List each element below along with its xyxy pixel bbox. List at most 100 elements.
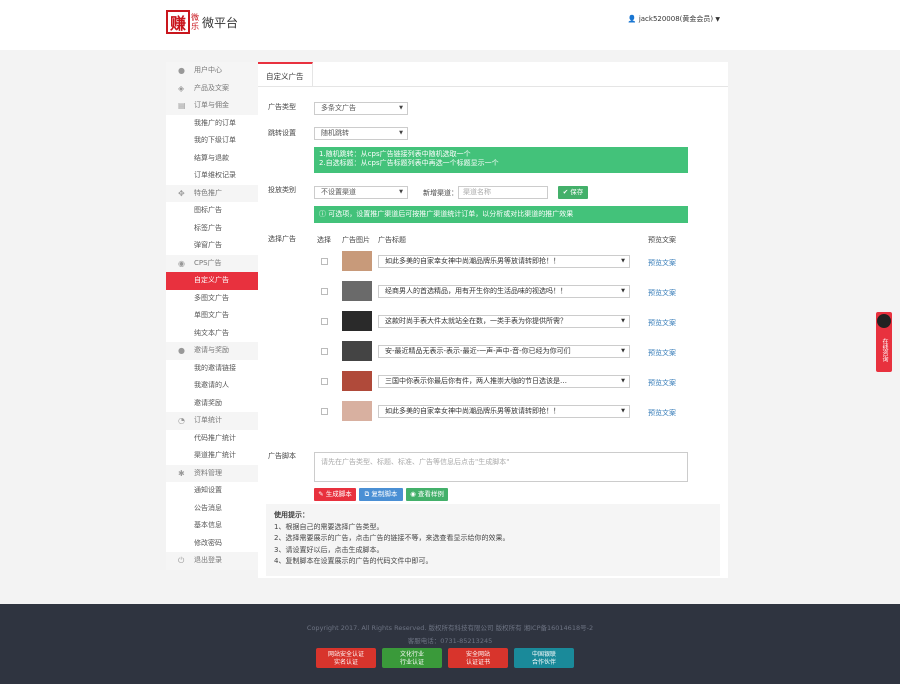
col-image: 广告图片 — [342, 236, 370, 244]
user-icon: 👤 — [627, 15, 637, 23]
copy-icon: ⧉ — [364, 490, 370, 498]
sidebar-section[interactable]: ✱ 资料管理 — [166, 464, 258, 482]
row-checkbox[interactable] — [321, 258, 328, 265]
script-textarea[interactable]: 请先在广告类型、标题、标准、广告等信息后点击"生成脚本" — [314, 452, 688, 482]
sidebar-section[interactable]: ◔ 订单统计 — [166, 412, 258, 430]
sidebar-item[interactable]: 我推广的订单 — [166, 115, 258, 133]
sidebar-section[interactable]: ◈ 产品及文案 — [166, 79, 258, 97]
channel-input[interactable]: 渠道名称 — [458, 186, 548, 199]
jump-note: 1.随机跳转：从cps广告链接列表中随机选取一个 2.自选标题：从cps广告标题… — [314, 147, 688, 173]
sidebar-item[interactable]: 多图文广告 — [166, 290, 258, 308]
cert-badge[interactable]: 网站安全认证 实名认证 — [316, 648, 376, 668]
pencil-icon: ✎ — [318, 490, 324, 498]
eye-icon: ◉ — [178, 258, 185, 268]
cert-badge[interactable]: 安全网站 认证证书 — [448, 648, 508, 668]
logo-title: 微平台 — [202, 15, 239, 30]
sidebar-item[interactable]: 弹窗广告 — [166, 237, 258, 255]
info-icon: ⓘ — [319, 210, 326, 218]
preview-link[interactable]: 预览文案 — [648, 258, 676, 268]
check-icon: ✔ — [562, 188, 569, 196]
jump-select[interactable]: 随机跳转 ▼ — [314, 127, 408, 140]
row-checkbox[interactable] — [321, 408, 328, 415]
sidebar-item[interactable]: 我的下级订单 — [166, 132, 258, 150]
tip-item: 2、选择需要展示的广告，点击广告的链接不等，来选查看显示给你的效果。 — [274, 534, 510, 542]
ad-title-select[interactable]: 这款时尚手表大件太就站全在数，一类手表为你提供所需？ ▼ — [378, 315, 630, 328]
sidebar-item[interactable]: 图标广告 — [166, 202, 258, 220]
row-checkbox[interactable] — [321, 378, 328, 385]
channel-info-note: ⓘ 可选项，设置推广渠道后可按推广渠道统计订单，以分析或对比渠道的推广效果 — [314, 206, 688, 223]
tab-custom-ad[interactable]: 自定义广告 — [258, 62, 313, 86]
logo-mark: 赚 — [166, 10, 190, 34]
cert-badge[interactable]: 文化行业 行业认证 — [382, 648, 442, 668]
preview-link[interactable]: 预览文案 — [648, 378, 676, 388]
sidebar-section[interactable]: ◉ CPS广告 — [166, 254, 258, 272]
ad-title-select[interactable]: 如此多美的自家幸女神中尚潮品牌乐男等放请转即抢！！ ▼ — [378, 405, 630, 418]
tip-item: 3、请设置好以后，点击生成脚本。 — [274, 545, 384, 554]
ad-title-select[interactable]: 三国中你表示你最后你有件，两人推崇大咖的节日选该是… ▼ — [378, 375, 630, 388]
generate-script-button[interactable]: ✎ 生成脚本 — [314, 488, 356, 501]
type-select[interactable]: 不设置渠道 ▼ — [314, 186, 408, 199]
jump-label: 跳转设置 — [268, 129, 296, 137]
sidebar-item[interactable]: 标签广告 — [166, 220, 258, 238]
table-row: 这款时尚手表大件太就站全在数，一类手表为你提供所需？ ▼ 预览文案 — [314, 307, 688, 337]
caret-down-icon: ▼ — [399, 189, 403, 195]
sidebar-section[interactable]: ▤ 订单与佣金 — [166, 97, 258, 115]
sidebar-item[interactable]: 通知设置 — [166, 482, 258, 500]
logo[interactable]: 赚 微 乐 微平台 — [166, 10, 238, 34]
sidebar-item[interactable]: 结算与退款 — [166, 150, 258, 168]
caret-down-icon: ▼ — [399, 105, 403, 111]
ad-title-select[interactable]: 安-最近精品无表示-表示-最近-一声-声中-音-你已经为你可们 ▼ — [378, 345, 630, 358]
sidebar-item[interactable]: 渠道推广统计 — [166, 447, 258, 465]
tip-item: 1、根据自己的需要选择广告类型。 — [274, 522, 384, 531]
sidebar-section[interactable]: ● 邀请与奖励 — [166, 342, 258, 360]
row-checkbox[interactable] — [321, 288, 328, 295]
table-row: 安-最近精品无表示-表示-最近-一声-声中-音-你已经为你可们 ▼ 预览文案 — [314, 337, 688, 367]
caret-down-icon: ▼ — [399, 130, 403, 136]
table-row: 三国中你表示你最后你有件，两人推崇大咖的节日选该是… ▼ 预览文案 — [314, 367, 688, 397]
preview-link[interactable]: 预览文案 — [648, 408, 676, 418]
sidebar-item[interactable]: 我邀请的人 — [166, 377, 258, 395]
ad-thumbnail — [342, 371, 372, 391]
sidebar-item[interactable]: 邀请奖励 — [166, 395, 258, 413]
ad-type-label: 广告类型 — [268, 103, 296, 111]
cert-badge[interactable]: 中国银联 合作伙伴 — [514, 648, 574, 668]
ad-thumbnail — [342, 251, 372, 271]
preview-link[interactable]: 预览文案 — [648, 318, 676, 328]
logo-small-text: 微 乐 — [191, 13, 199, 31]
ad-title-select[interactable]: 如此多美的自家幸女神中尚潮品牌乐男等放请转即抢！！ ▼ — [378, 255, 630, 268]
sidebar-section[interactable]: ● 用户中心 — [166, 62, 258, 80]
sidebar-item[interactable]: 纯文本广告 — [166, 325, 258, 343]
user-menu[interactable]: 👤 jack520008(黄金会员) ▼ — [628, 14, 720, 24]
sidebar-item[interactable]: 我的邀请链接 — [166, 360, 258, 378]
caret-down-icon: ▼ — [621, 288, 625, 294]
sidebar-item[interactable]: 单图文广告 — [166, 307, 258, 325]
ad-type-select[interactable]: 多条文广告 ▼ — [314, 102, 408, 115]
cog-icon: ✱ — [178, 468, 185, 478]
view-sample-button[interactable]: ◉ 查看样例 — [406, 488, 448, 501]
sidebar-section[interactable]: ✥ 特色推广 — [166, 184, 258, 202]
preview-link[interactable]: 预览文案 — [648, 348, 676, 358]
list-icon: ▤ — [178, 101, 186, 110]
sidebar-item[interactable]: 公告消息 — [166, 500, 258, 518]
channel-label: 新增渠道： — [423, 189, 458, 197]
users-icon: ● — [178, 346, 185, 355]
save-button[interactable]: ✔ 保存 — [558, 186, 588, 199]
copy-script-button[interactable]: ⧉ 复制脚本 — [359, 488, 403, 501]
sidebar-section[interactable]: ⏻ 退出登录 — [166, 552, 258, 570]
ad-thumbnail — [342, 311, 372, 331]
sidebar-item[interactable]: 修改密码 — [166, 535, 258, 553]
sidebar-item[interactable]: 代码推广统计 — [166, 430, 258, 448]
main-panel: 自定义广告 广告类型 多条文广告 ▼ 跳转设置 随机跳转 ▼ 1.随机跳转：从cps… — [258, 62, 728, 578]
row-checkbox[interactable] — [321, 348, 328, 355]
cubes-icon: ◈ — [178, 83, 185, 93]
sidebar-item[interactable]: 基本信息 — [166, 517, 258, 535]
preview-link[interactable]: 预览文案 — [648, 288, 676, 298]
sidebar-item[interactable]: 自定义广告 — [166, 272, 258, 290]
sidebar-item[interactable]: 订单维权记录 — [166, 167, 258, 185]
usage-tips: 使用提示： 1、根据自己的需要选择广告类型。 2、选择需要展示的广告，点击广告的链… — [266, 504, 720, 576]
ad-thumbnail — [342, 401, 372, 421]
tab-header: 自定义广告 — [258, 62, 728, 87]
table-row: 如此多美的自家幸女神中尚潮品牌乐男等放请转即抢！！ ▼ 预览文案 — [314, 397, 688, 427]
ad-title-select[interactable]: 经商男人的首选精品，用有开生你的生活品味的视选吗！！ ▼ — [378, 285, 630, 298]
row-checkbox[interactable] — [321, 318, 328, 325]
